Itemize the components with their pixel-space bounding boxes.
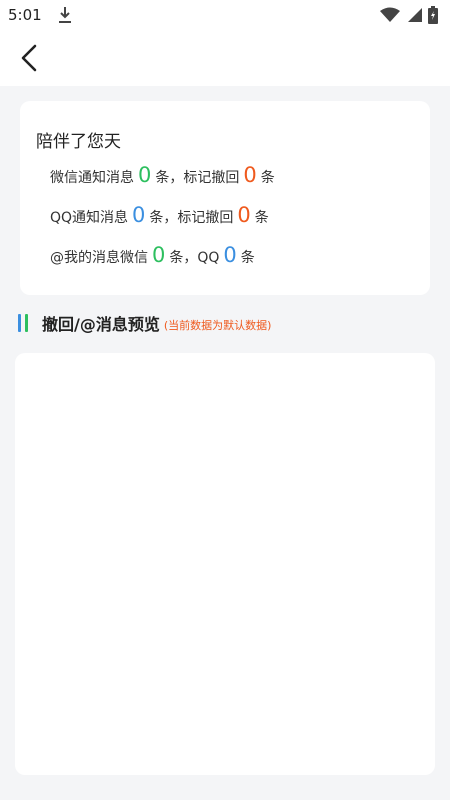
wechat-count: 0 xyxy=(138,163,152,187)
qq-unit: 条，标记撤回 xyxy=(149,210,234,226)
accent-bar-green xyxy=(25,314,28,332)
signal-icon xyxy=(408,8,422,22)
wifi-icon xyxy=(380,7,400,22)
companion-days-title: 陪伴了您天 xyxy=(36,132,121,152)
qq-count: 0 xyxy=(132,203,146,227)
wechat-label: 微信通知消息 xyxy=(50,170,134,186)
summary-card: 陪伴了您天 微信通知消息 0 条，标记撤回 0 条 QQ通知消息 0 条，标记撤… xyxy=(20,101,430,295)
chevron-left-icon xyxy=(21,44,37,72)
wechat-recall-count: 0 xyxy=(243,163,257,187)
qq-label: QQ通知消息 xyxy=(50,210,129,226)
at-unit2: 条 xyxy=(240,250,255,266)
back-button[interactable] xyxy=(14,40,44,76)
accent-bar-blue xyxy=(18,314,21,332)
wechat-unit2: 条 xyxy=(260,170,275,186)
qq-stat-line: QQ通知消息 0 条，标记撤回 0 条 xyxy=(50,203,269,227)
at-stat-line: @我的消息微信 0 条，QQ 0 条 xyxy=(50,243,255,267)
status-bar: 5:01 xyxy=(0,0,450,30)
at-wechat-count: 0 xyxy=(152,243,166,267)
battery-icon xyxy=(428,6,438,24)
qq-recall-count: 0 xyxy=(237,203,251,227)
preview-title: 撤回/@消息预览 xyxy=(42,315,160,334)
at-qq-count: 0 xyxy=(223,243,237,267)
preview-panel[interactable] xyxy=(15,353,435,775)
qq-unit2: 条 xyxy=(254,210,269,226)
status-icons xyxy=(380,6,438,24)
status-time: 5:01 xyxy=(8,6,42,24)
wechat-stat-line: 微信通知消息 0 条，标记撤回 0 条 xyxy=(50,163,275,187)
download-icon xyxy=(58,7,71,23)
preview-note: (当前数据为默认数据) xyxy=(163,319,272,332)
at-unit: 条，QQ xyxy=(169,250,220,266)
at-label: @我的消息微信 xyxy=(50,250,148,266)
wechat-unit: 条，标记撤回 xyxy=(155,170,240,186)
preview-section-header: 撤回/@消息预览 (当前数据为默认数据) xyxy=(18,308,271,338)
app-bar xyxy=(0,30,450,86)
